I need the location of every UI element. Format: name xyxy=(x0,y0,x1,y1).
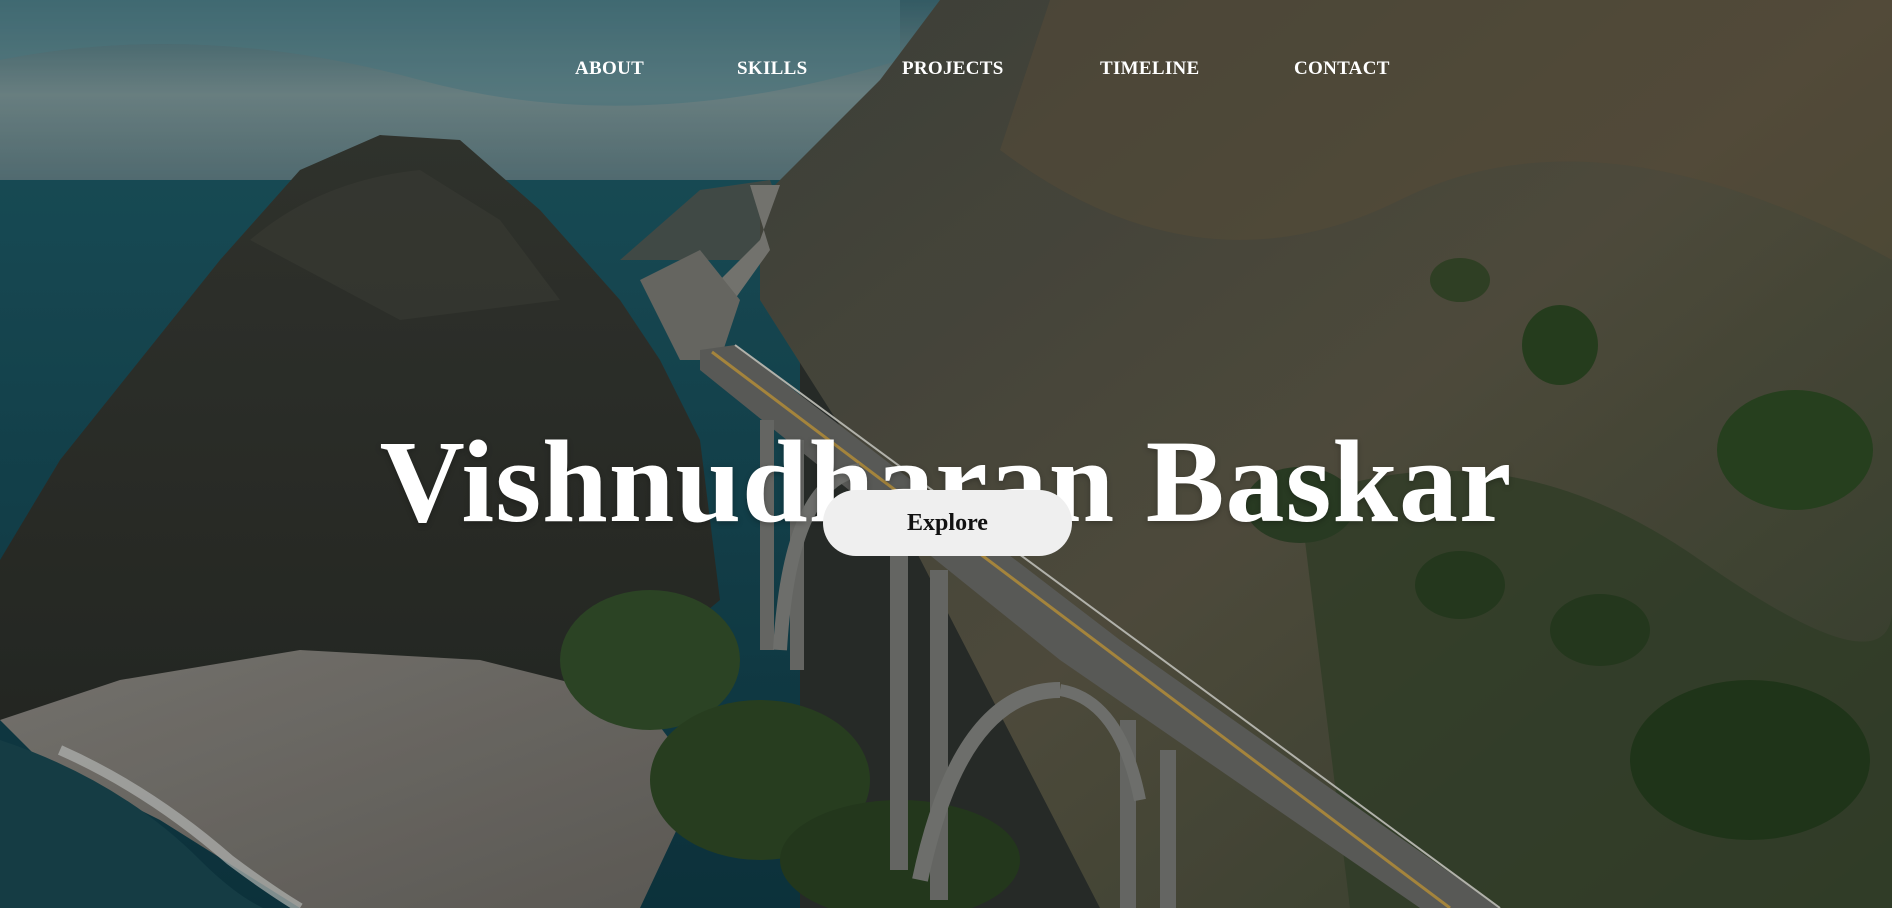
nav-link-about[interactable]: ABOUT xyxy=(575,58,644,80)
hero-section: ABOUT SKILLS PROJECTS TIMELINE CONTACT V… xyxy=(0,0,1892,908)
top-navigation: ABOUT SKILLS PROJECTS TIMELINE CONTACT xyxy=(0,58,1892,88)
explore-button[interactable]: Explore xyxy=(823,490,1072,556)
nav-link-projects[interactable]: PROJECTS xyxy=(902,58,1004,80)
nav-link-timeline[interactable]: TIMELINE xyxy=(1100,58,1200,80)
nav-link-contact[interactable]: CONTACT xyxy=(1294,58,1390,80)
nav-link-skills[interactable]: SKILLS xyxy=(737,58,807,80)
